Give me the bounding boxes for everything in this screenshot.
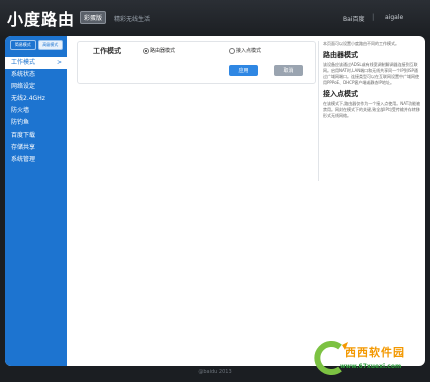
sidebar-item-storage-share[interactable]: 存储共享: [5, 142, 67, 154]
sidebar-item-label: 工作模式: [11, 59, 36, 66]
help-router-title: 路由器模式: [323, 51, 358, 59]
apply-button[interactable]: 应用: [229, 65, 258, 76]
app-logo: 小度路由: [7, 10, 76, 29]
sidebar-item-label: 百度下载: [11, 131, 36, 139]
sidebar-item-work-mode[interactable]: 工作模式 >: [5, 57, 67, 70]
simple-mode-button[interactable]: 简易模式: [10, 40, 36, 50]
aigale-brand-logo: aigale: [385, 14, 404, 21]
sidebar-item-wireless[interactable]: 无线2.4GHz: [5, 93, 67, 105]
sidebar-item-label: 防钓鱼: [11, 119, 30, 127]
sidebar-item-label: 无线2.4GHz: [11, 95, 45, 103]
router-mode-label[interactable]: 路由器模式: [150, 47, 175, 54]
sidebar-nav: 工作模式 > 系统状态 网络设定 无线2.4GHz 防火墙 防钓鱼 百度下载 存…: [5, 57, 67, 166]
sidebar-item-network-settings[interactable]: 网络设定: [5, 81, 67, 93]
sidebar-item-system-status[interactable]: 系统状态: [5, 69, 67, 81]
sidebar-item-label: 系统状态: [11, 71, 36, 79]
help-router-text: 该设备应该通过ADSL或有线宽调制解调器连接到互联网。启用NAT时,LAN端口和…: [323, 62, 419, 85]
cancel-button[interactable]: 取消: [274, 65, 303, 76]
brand-divider: |: [372, 13, 375, 21]
mode-toggle: 简易模式 高级模式: [10, 40, 63, 50]
sidebar-item-anti-phishing[interactable]: 防钓鱼: [5, 117, 67, 129]
slogan-text: 精彩无线生活: [114, 16, 151, 23]
edition-badge: 彩蛋版: [80, 11, 107, 24]
chevron-right-icon: >: [56, 59, 62, 66]
watermark-title: 西西软件园: [345, 346, 405, 359]
sidebar-item-firewall[interactable]: 防火墙: [5, 105, 67, 117]
work-mode-label: 工作模式: [93, 47, 121, 55]
help-intro: 本页面可以设置小度路由不同的工作模式。: [323, 41, 399, 46]
sidebar-item-label: 网络设定: [11, 83, 36, 91]
advanced-mode-button[interactable]: 高级模式: [37, 40, 63, 50]
ap-mode-label[interactable]: 接入点模式: [236, 47, 261, 54]
help-ap-text: 在该模式下,路由器仅作为一个接入点使用。NAT功能被禁用。网封在模式下的关键,致…: [323, 101, 421, 118]
sidebar-item-label: 系统管理: [11, 155, 36, 163]
sidebar-item-baidu-download[interactable]: 百度下载: [5, 130, 67, 142]
help-panel: 本页面可以设置小度路由不同的工作模式。 路由器模式 该设备应该通过ADSL或有线…: [318, 41, 421, 181]
watermark-url: www.67xuexi.com: [340, 363, 402, 370]
sidebar-item-label: 存储共享: [11, 143, 36, 151]
sidebar-item-label: 防火墙: [11, 107, 30, 115]
router-mode-radio[interactable]: [143, 48, 149, 54]
sidebar-item-system-management[interactable]: 系统管理: [5, 154, 67, 166]
help-ap-title: 接入点模式: [323, 90, 358, 98]
ap-mode-radio[interactable]: [229, 48, 235, 54]
baidu-brand-logo: Bai百度: [343, 16, 365, 23]
